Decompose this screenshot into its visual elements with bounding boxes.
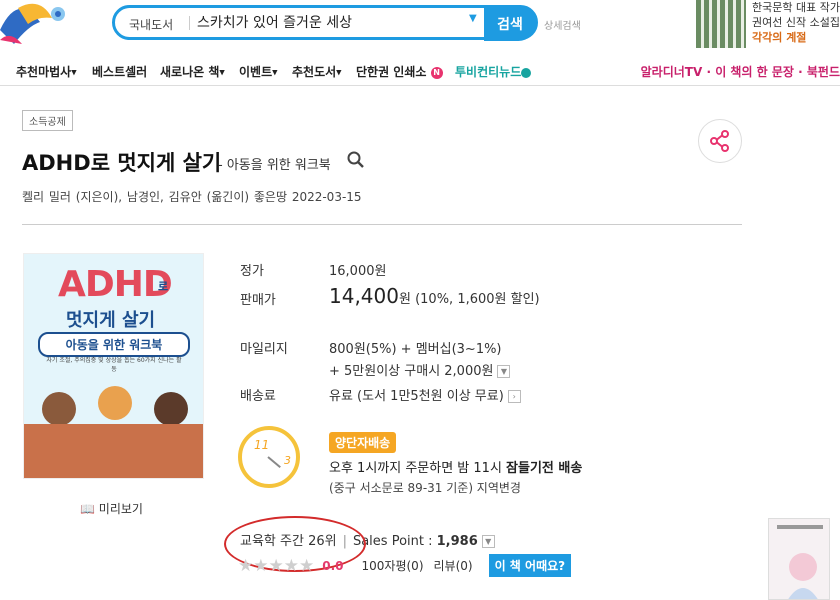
search-category-select[interactable]: 국내도서	[129, 16, 173, 33]
search-box: 국내도서 ▼	[112, 5, 538, 40]
shipping-value: 유료 (도서 1만5천원 이상 무료) ›	[329, 385, 521, 404]
share-button[interactable]	[698, 119, 742, 163]
side-book-thumbnail[interactable]	[768, 518, 830, 600]
delivery-address-change[interactable]: (중구 서소문로 89-31 기준) 지역변경	[329, 479, 521, 496]
book-title: ADHD로 멋지게 살기	[22, 151, 222, 175]
search-button[interactable]: 검색	[484, 6, 536, 41]
sale-price: 14,400원 (10%, 1,600원 할인)	[329, 284, 540, 308]
search-icon[interactable]	[347, 151, 365, 169]
rating-row: ★ ★ ★ ★ ★ 0.0 100자평(0) 리뷰(0) 이 책 어때요?	[238, 554, 572, 577]
star-icon: ★	[283, 555, 299, 576]
nav-item-new-books[interactable]: 새로나온 책▼	[160, 63, 225, 80]
share-icon	[710, 130, 729, 152]
cover-title-big: ADHD	[58, 264, 173, 305]
preview-link[interactable]: 📖 미리보기	[80, 500, 143, 517]
star-icon: ★	[299, 555, 315, 576]
list-price-label: 정가	[240, 264, 264, 279]
detail-search-link[interactable]: 상세검색	[544, 17, 581, 32]
cover-title-ro: 로	[158, 280, 169, 293]
tobe-icon	[521, 67, 532, 78]
cover-child-illustration	[42, 392, 76, 426]
nav-item-recommended[interactable]: 추천도서▼	[292, 63, 342, 80]
list-price-value: 16,000원	[329, 264, 387, 279]
delivery-info: 오후 1시까지 주문하면 밤 11시 잠들기전 배송	[329, 461, 583, 476]
tax-deduction-badge: 소득공제	[22, 110, 73, 131]
search-divider	[189, 16, 190, 30]
cover-child-illustration	[98, 386, 132, 420]
nav-item-bestseller[interactable]: 베스트셀러	[92, 63, 147, 80]
nav-item-to-be-continued[interactable]: 투비컨티뉴드	[455, 63, 532, 80]
cover-description: 자기 조절, 주의집중 및 상상을 돕는 60가지 신나는 활동	[46, 357, 182, 373]
book-subtitle: - 아동을 위한 워크북	[218, 158, 331, 173]
ad-banner[interactable]: 한국문학 대표 작가 권여선 신작 소설집 각각의 계절	[752, 0, 840, 45]
cover-child-illustration	[154, 392, 188, 426]
reviews-link[interactable]: 리뷰(0)	[434, 557, 473, 574]
cover-title-line2: 멋지게 살기	[66, 310, 156, 331]
sales-point-value: 1,986	[436, 534, 478, 549]
cover-subtitle: 아동을 위한 워크북	[38, 332, 190, 357]
rating-score: 0.0	[322, 558, 344, 573]
mileage-line-2: + 5만원이상 구매시 2,000원 ▼	[329, 360, 511, 379]
side-book-cover-image	[769, 519, 829, 599]
ad-line-3: 각각의 계절	[752, 31, 807, 44]
ad-book-image[interactable]	[696, 0, 746, 48]
delivery-badge: 양단자배송	[329, 432, 397, 453]
clock-icon: 11 3	[238, 426, 300, 488]
search-input[interactable]	[197, 10, 467, 34]
book-open-icon: 📖	[80, 502, 95, 516]
star-icon: ★	[253, 555, 269, 576]
nav-right-links[interactable]: 알라디너TV · 이 책의 한 문장 · 북펀드	[641, 63, 840, 80]
how-about-this-book-button[interactable]: 이 책 어때요?	[488, 554, 572, 577]
new-badge: N	[430, 66, 443, 79]
star-icon: ★	[238, 555, 254, 576]
search-dropdown-icon[interactable]: ▼	[469, 13, 477, 24]
ad-line-1: 한국문학 대표 작가	[752, 1, 840, 14]
main-nav: 추천마법사▼ 베스트셀러 새로나온 책▼ 이벤트▼ 추천도서▼ 단한권 인쇄소 …	[0, 56, 840, 86]
sales-point-expand-icon[interactable]: ▼	[481, 535, 495, 548]
title-divider	[22, 224, 742, 225]
nav-item-events[interactable]: 이벤트▼	[239, 63, 278, 80]
star-icon: ★	[268, 555, 284, 576]
sale-discount: (10%, 1,600원 할인)	[415, 292, 540, 307]
sale-price-label: 판매가	[240, 293, 276, 308]
shipping-more-icon[interactable]: ›	[507, 390, 521, 403]
shipping-label: 배송료	[240, 389, 276, 404]
ad-line-2: 권여선 신작 소설집	[752, 16, 840, 29]
mileage-label: 마일리지	[240, 342, 288, 357]
comments-link[interactable]: 100자평(0)	[362, 557, 424, 574]
nav-item-single-print[interactable]: 단한권 인쇄소 N	[356, 63, 443, 80]
aladin-logo[interactable]	[0, 0, 70, 48]
cover-desks-illustration	[24, 424, 203, 478]
mileage-expand-icon[interactable]: ▼	[497, 365, 511, 378]
book-authors[interactable]: 켈리 밀러 (지은이), 남경인, 김유안 (옮긴이) 좋은땅 2022-03-…	[22, 188, 362, 205]
nav-item-recommend-wizard[interactable]: 추천마법사▼	[16, 63, 77, 80]
mileage-line-1: 800원(5%) + 멤버십(3~1%)	[329, 342, 502, 357]
book-cover[interactable]: ADHD 로 멋지게 살기 아동을 위한 워크북 자기 조절, 주의집중 및 상…	[23, 253, 204, 479]
sale-price-value: 14,400	[329, 284, 399, 308]
